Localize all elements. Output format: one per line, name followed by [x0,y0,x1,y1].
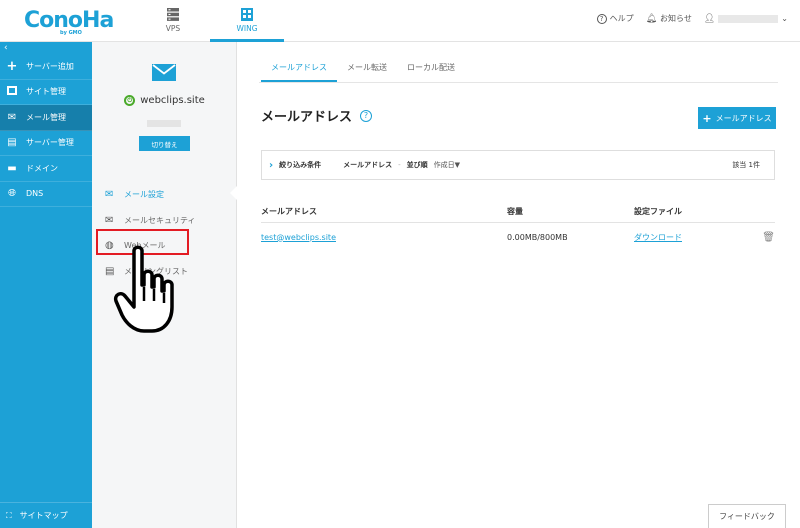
logo-subtitle: by GMO [60,30,82,36]
chevron-down-icon: ⌄ [781,14,788,23]
notice-link[interactable]: 🔔︎ お知らせ [646,13,692,24]
service-tab-label: VPS [165,24,181,33]
domain-name-text: webclips.site [140,95,205,106]
column-header-capacity: 容量 [507,207,523,216]
help-label: ヘルプ [609,14,634,23]
bell-icon: 🔔︎ [645,13,658,24]
help-link[interactable]: ? ヘルプ [596,13,634,24]
page-title-text: メールアドレス [261,110,353,125]
help-icon[interactable]: ? [360,109,373,122]
sidebar-item-label: ドメイン [26,163,58,173]
service-tab-vps[interactable]: VPS [136,0,210,42]
help-icon: ? [596,13,607,24]
sidebar-item-label: サーバー追加 [26,61,74,71]
sort-value[interactable]: 作成日▼ [434,160,460,170]
sitemap-icon: ⛶ [6,510,12,520]
sidebar-item-server[interactable]: ▤ サーバー管理 [0,131,92,156]
table-header: メールアドレス 容量 設定ファイル [261,201,775,223]
sort-label: 並び順 [406,161,428,169]
download-link[interactable]: ダウンロード [634,233,682,242]
sidebar-item-domain[interactable]: ▬ ドメイン [0,156,92,182]
sidebar-item-dns[interactable]: 🌐︎ DNS [0,182,92,207]
top-header: ConoHa by GMO VPS WING ? ヘルプ 🔔︎ お知らせ 👤︎ … [0,0,800,42]
domain-icon: ▬ [7,162,17,174]
mail-tabs: メールアドレス メール転送 ローカル配送 [261,56,465,82]
service-tab-label: WING [236,24,258,33]
add-button-label: メールアドレス [715,113,772,123]
tab-mail-forward[interactable]: メール転送 [337,56,397,82]
plus-icon: + [6,58,18,74]
wing-icon [241,8,253,21]
active-menu-pointer [230,186,237,200]
sidebar-item-label: サーバー管理 [26,138,74,148]
mail-icon: ✉ [7,111,17,123]
notice-label: お知らせ [660,14,692,23]
sidebar-item-add-server[interactable]: + サーバー追加 [0,54,92,80]
chevron-right-icon: › [269,159,274,171]
table-row: test@webclips.site 0.00MB/800MB ダウンロード 🗑… [261,223,775,251]
menu-item-mail-settings[interactable]: ✉ メール設定 [92,182,237,208]
sitemap-label: サイトマップ [19,511,68,520]
tab-divider [259,82,778,83]
server-icon: ▤ [7,137,17,149]
menu-item-label: メールセキュリティ [124,215,196,225]
tab-mail-address[interactable]: メールアドレス [261,56,337,82]
header-utilities: ? ヘルプ 🔔︎ お知らせ 👤︎ ⌄ [596,13,788,24]
user-name-masked [718,14,779,23]
email-link[interactable]: test@webclips.site [261,233,336,242]
feedback-button[interactable]: フィードバック [708,504,786,528]
main-sidebar: ‹ + サーバー追加 サイト管理 ✉ メール管理 ▤ サーバー管理 ▬ ドメイン… [0,42,92,528]
tab-local-delivery[interactable]: ローカル配送 [397,56,465,82]
user-icon: 👤︎ [703,13,716,24]
add-mail-address-button[interactable]: + メールアドレス [698,107,776,129]
main-content: メールアドレス メール転送 ローカル配送 メールアドレス ? + メールアドレス… [237,42,800,528]
filter-title: 絞り込み条件 [279,161,322,169]
mail-address-table: メールアドレス 容量 設定ファイル test@webclips.site 0.0… [261,201,775,251]
sidebar-item-label: サイト管理 [26,87,66,97]
pointing-hand-icon [113,245,174,333]
page-title: メールアドレス ? [261,106,373,125]
shield-icon: ✉ [105,214,114,226]
sitemap-link[interactable]: ⛶ サイトマップ [0,502,92,528]
plus-icon: + [702,111,712,125]
result-count: 該当 1件 [732,161,760,169]
domain-name: ⏻ webclips.site [92,95,237,106]
server-icon [167,8,179,21]
site-icon [6,85,18,98]
service-tab-wing[interactable]: WING [210,0,284,42]
power-status-icon: ⏻ [124,95,136,106]
globe-icon: 🌐︎ [8,188,16,200]
user-menu[interactable]: 👤︎ ⌄ [704,14,788,24]
mail-settings-icon: ✉ [105,189,114,201]
envelope-icon [152,64,176,81]
sidebar-item-label: DNS [26,189,44,199]
sidebar-item-mail[interactable]: ✉ メール管理 [0,105,92,131]
sidebar-item-site[interactable]: サイト管理 [0,80,92,105]
sidebar-collapse-button[interactable]: ‹ [0,42,92,54]
filter-bar[interactable]: › 絞り込み条件 メールアドレス - 並び順 作成日▼ 該当 1件 [261,150,775,180]
switch-button[interactable]: 切り替え [139,136,190,151]
trash-icon[interactable]: 🗑︎ [754,232,775,243]
filter-field: メールアドレス [343,161,393,169]
filter-field-value: - [398,161,401,169]
masked-info [147,120,181,127]
capacity-value: 0.00MB/800MB [507,232,568,242]
column-header-email: メールアドレス [261,207,317,216]
sidebar-item-label: メール管理 [26,112,66,122]
menu-item-label: メール設定 [124,190,164,200]
column-header-settings: 設定ファイル [634,207,682,216]
